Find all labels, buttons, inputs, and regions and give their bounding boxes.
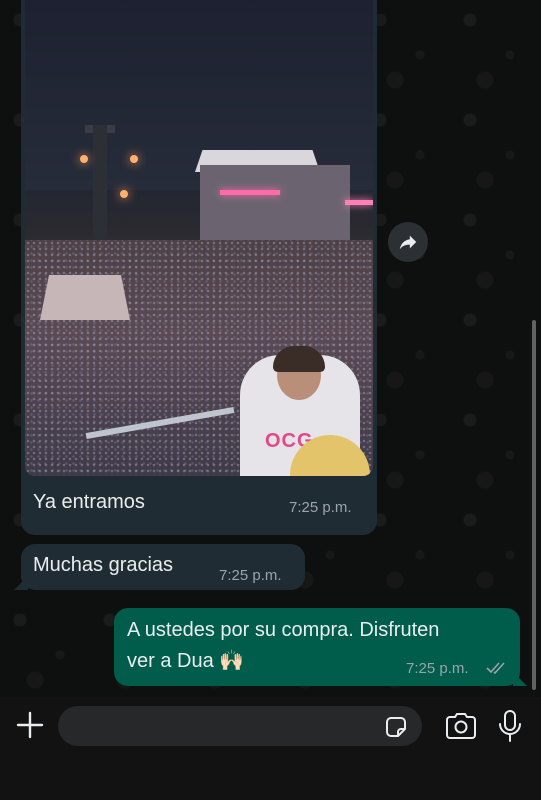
image-caption: Ya entramos: [33, 491, 145, 513]
message-time: 7:25 p.m.: [289, 499, 352, 516]
image-message-bubble[interactable]: OCG Ya entramos 7:25 p.m.: [21, 0, 377, 535]
message-text-line1: A ustedes por su compra. Disfruten: [127, 619, 440, 641]
message-time: 7:25 p.m.: [219, 567, 282, 584]
forward-button[interactable]: [388, 222, 428, 262]
sticker-icon[interactable]: [382, 713, 410, 741]
scrollbar[interactable]: [532, 320, 536, 690]
microphone-icon[interactable]: [497, 709, 523, 743]
outgoing-message-bubble[interactable]: A ustedes por su compra. Disfruten ver a…: [114, 608, 520, 686]
raised-hands-emoji: 🙌🏻: [219, 650, 245, 672]
incoming-message-bubble[interactable]: Muchas gracias 7:25 p.m.: [21, 544, 305, 590]
message-time: 7:25 p.m.: [406, 660, 469, 677]
message-input[interactable]: [58, 706, 422, 746]
concert-photo[interactable]: OCG: [25, 0, 373, 476]
plus-icon[interactable]: [14, 709, 46, 741]
camera-icon[interactable]: [444, 711, 478, 741]
double-check-icon: [486, 662, 505, 675]
forward-icon: [399, 235, 417, 250]
message-text: Muchas gracias: [33, 554, 174, 576]
message-text-line2: ver a Dua: [127, 650, 214, 672]
